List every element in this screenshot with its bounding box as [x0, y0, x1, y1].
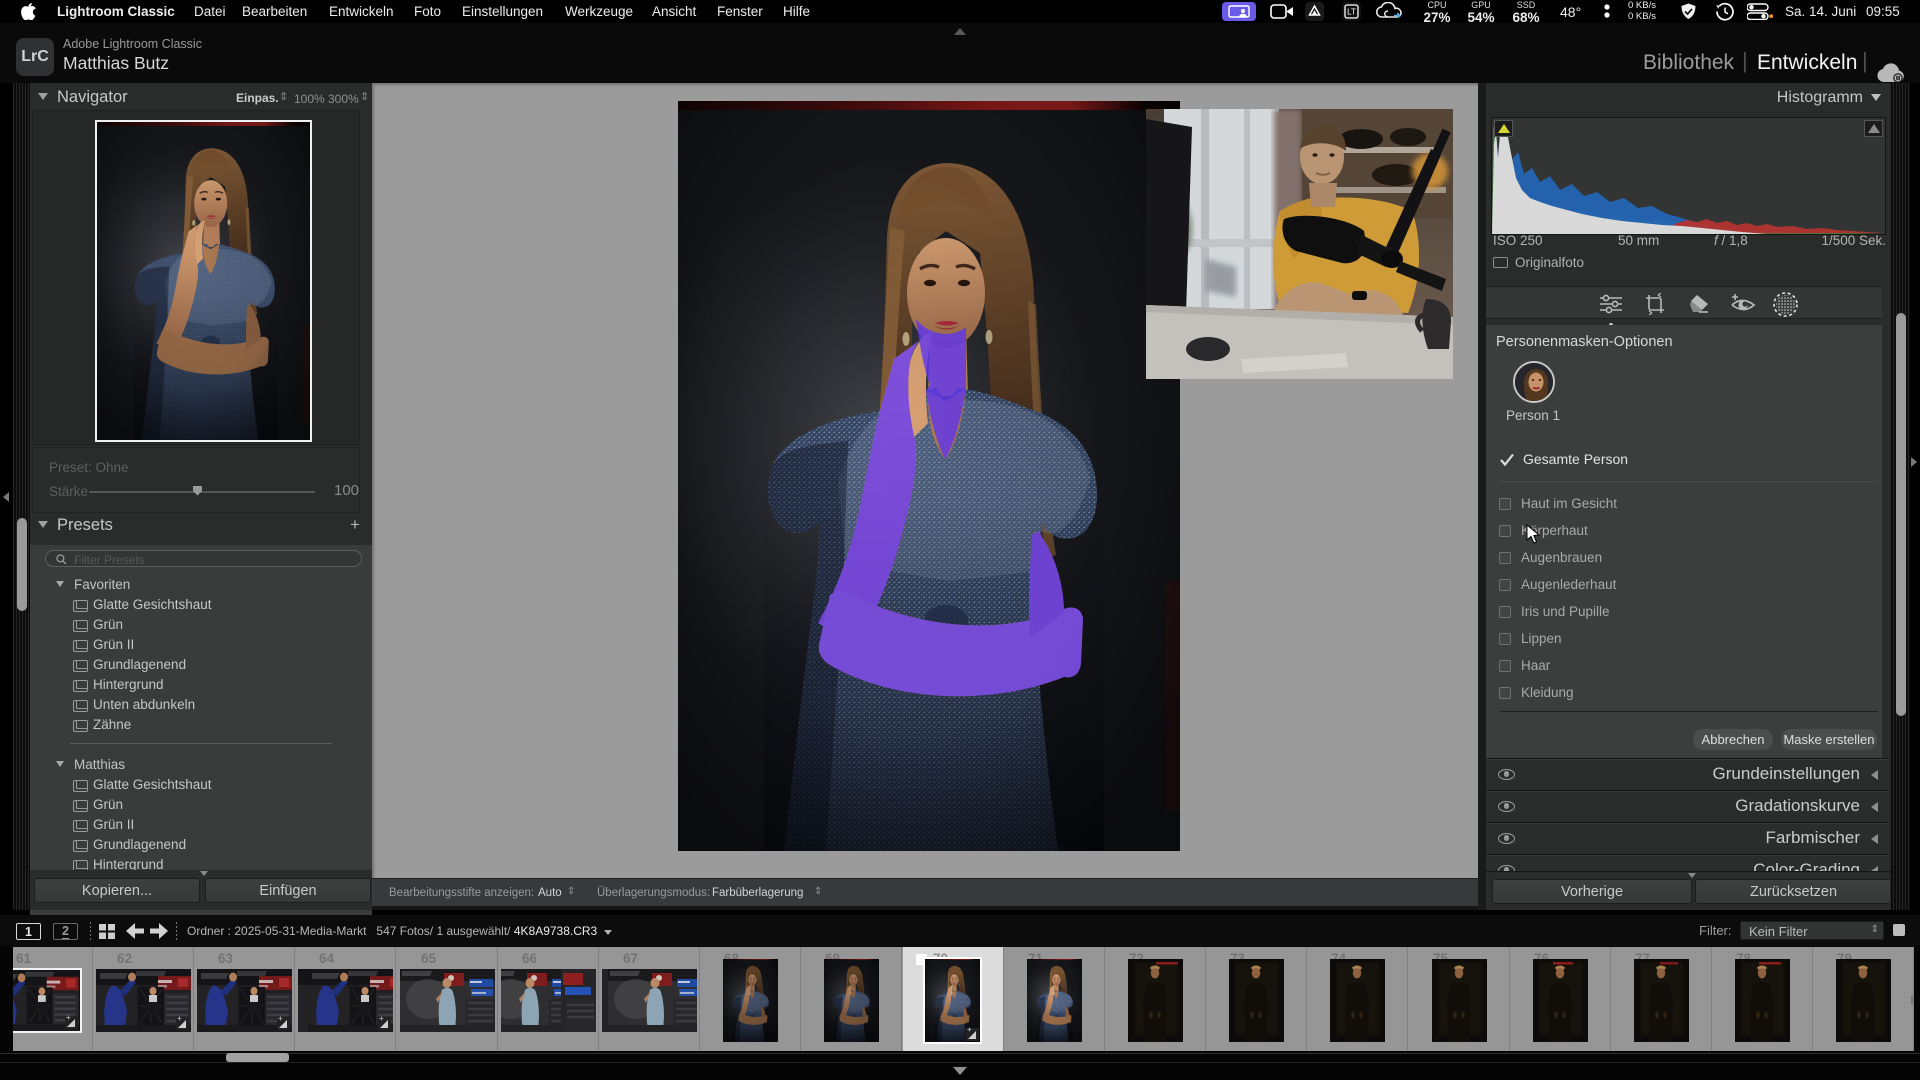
svg-text:LT: LT [1347, 8, 1356, 17]
